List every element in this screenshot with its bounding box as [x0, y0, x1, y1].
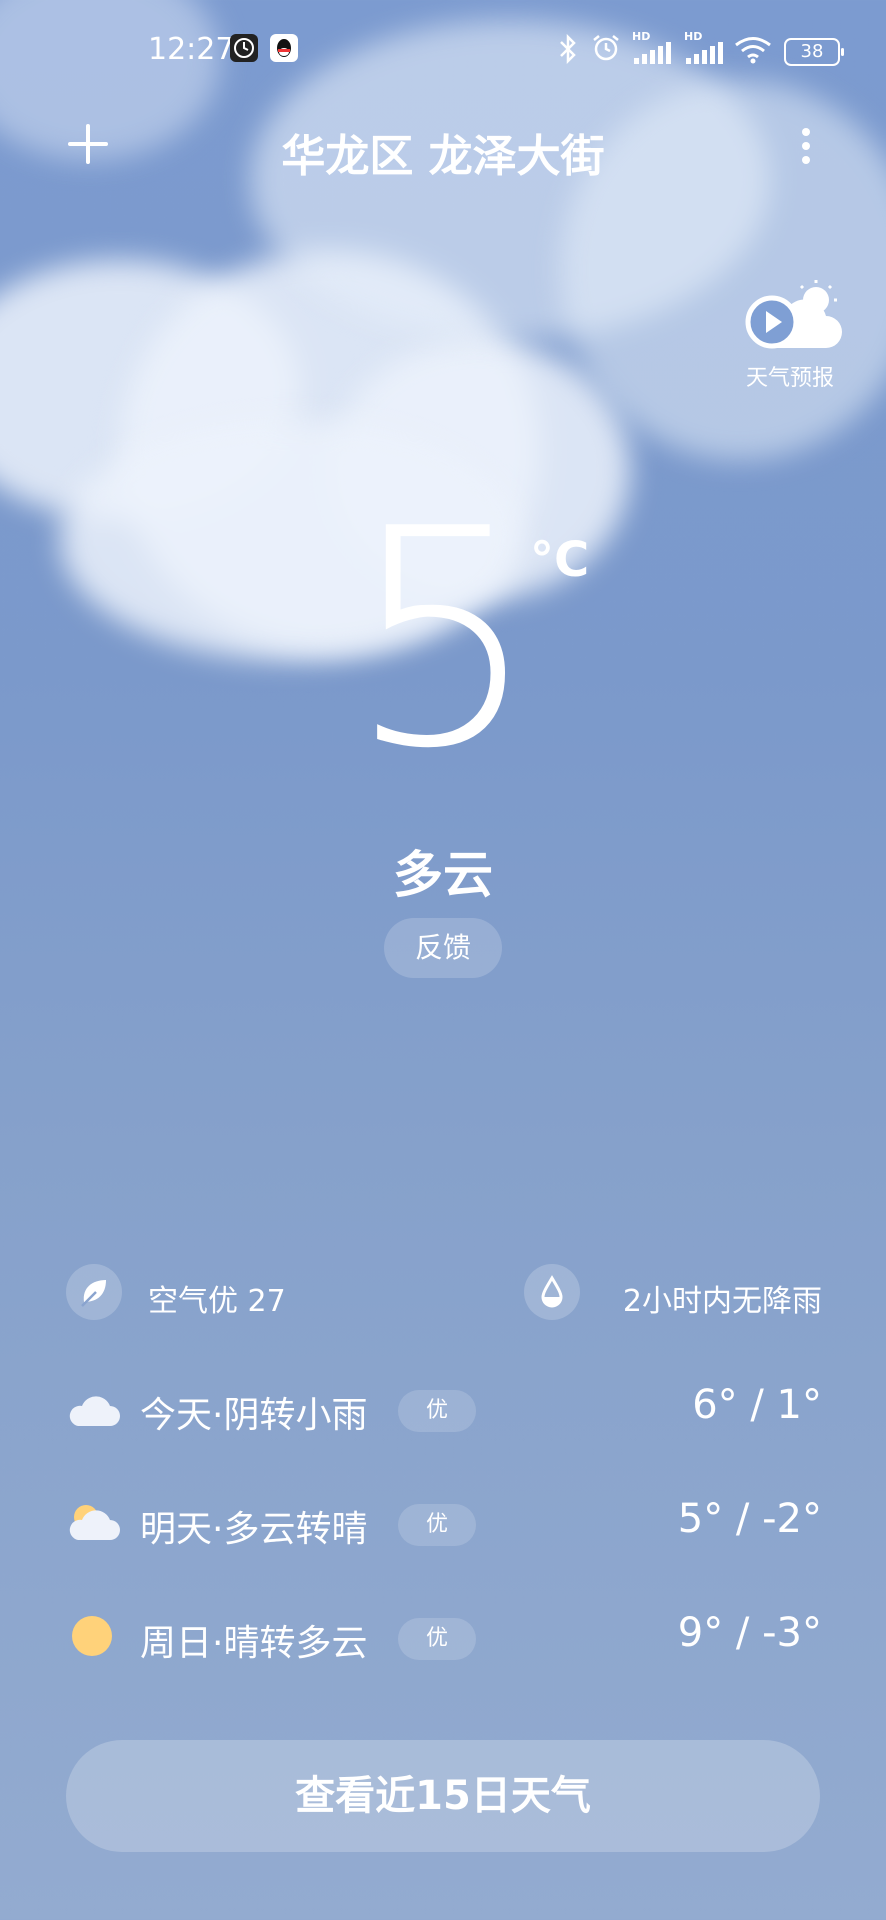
more-vertical-icon [802, 128, 810, 136]
leaf-icon [81, 1280, 106, 1307]
daily-forecast-label: 今天·阴转小雨 [140, 1395, 368, 1436]
air-quality-badge: 优 [398, 1504, 476, 1546]
daily-temperature-range: 5° / -2° [677, 1496, 822, 1542]
raindrop-icon [541, 1275, 563, 1308]
partly-cloudy-icon [69, 1505, 120, 1540]
battery-indicator: 38 [784, 38, 844, 66]
status-bar: 12:27 HD HD 38 [0, 0, 886, 100]
current-condition: 多云 [393, 846, 493, 904]
view-15-day-forecast-button[interactable]: 查看近15日天气 [66, 1740, 820, 1852]
signal-icon: HD [684, 30, 726, 64]
air-quality-badge: 优 [398, 1390, 476, 1432]
air-quality-label[interactable]: 空气优 27 [148, 1276, 286, 1320]
wifi-icon [735, 37, 771, 64]
air-quality-badge: 优 [398, 1618, 476, 1660]
daily-temperature-range: 9° / -3° [677, 1610, 822, 1656]
daily-forecast-label: 明天·多云转晴 [140, 1509, 368, 1550]
signal-icon: HD [632, 30, 674, 64]
temperature-unit: °C [530, 532, 590, 588]
more-menu-button[interactable] [796, 124, 816, 168]
clock-app-icon [230, 34, 258, 62]
location-title[interactable]: 华龙区 龙泽大街 [0, 120, 886, 184]
air-quality-row: 空气优 27 2小时内无降雨 [66, 1264, 822, 1322]
daily-temperature-range: 6° / 1° [692, 1382, 822, 1428]
weather-forecast-label: 天气预报 [745, 366, 834, 391]
weather-forecast-video-button[interactable]: 天气预报 [730, 278, 850, 391]
feedback-button[interactable]: 反馈 [384, 918, 502, 978]
air-quality-button[interactable] [66, 1264, 122, 1320]
play-weather-icon [745, 280, 842, 349]
bluetooth-icon [560, 34, 576, 64]
daily-forecast-row[interactable]: 明天·多云转晴 优 5° / -2° [66, 1494, 822, 1554]
sun-icon [72, 1616, 112, 1656]
daily-forecast-row[interactable]: 今天·阴转小雨 优 6° / 1° [66, 1380, 822, 1440]
qq-app-icon [270, 34, 298, 62]
status-time: 12:27 [148, 32, 235, 67]
cloud-icon [69, 1396, 120, 1426]
daily-forecast-row[interactable]: 周日·晴转多云 优 9° / -3° [66, 1608, 822, 1668]
alarm-icon [593, 35, 619, 61]
precipitation-label[interactable]: 2小时内无降雨 [623, 1276, 822, 1320]
current-temperature: 5 [347, 465, 539, 814]
daily-forecast-label: 周日·晴转多云 [140, 1623, 368, 1664]
precipitation-button[interactable] [524, 1264, 580, 1320]
